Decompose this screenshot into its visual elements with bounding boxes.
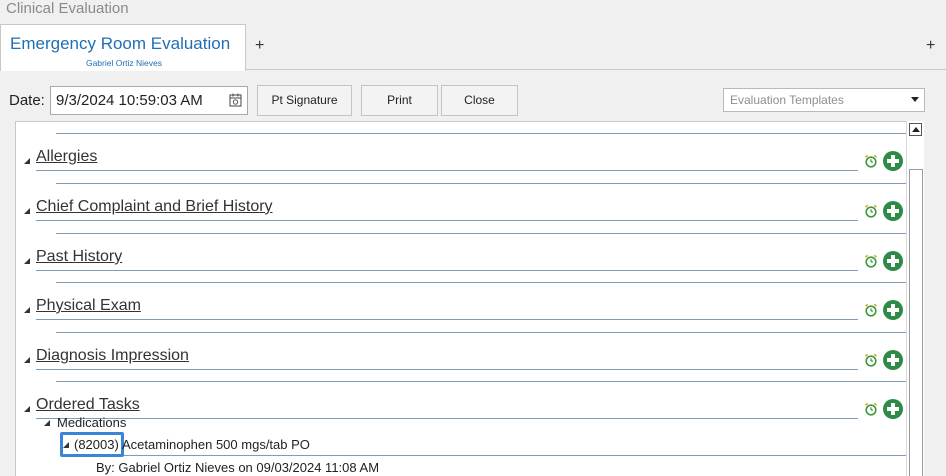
add-button[interactable] xyxy=(883,251,903,271)
section-divider xyxy=(56,183,906,184)
app-title: Clinical Evaluation xyxy=(6,0,129,17)
select-text: Evaluation Templates xyxy=(730,93,844,107)
tab-title: Emergency Room Evaluation xyxy=(10,34,231,53)
section-underline xyxy=(36,170,858,171)
section-underline xyxy=(36,418,858,419)
print-button[interactable]: Print xyxy=(361,85,438,116)
section-chief-complaint[interactable]: Chief Complaint and Brief History xyxy=(16,183,906,233)
add-button[interactable] xyxy=(883,399,903,419)
section-title[interactable]: Physical Exam xyxy=(36,297,141,315)
tab-subtitle: Gabriel Ortiz Nieves xyxy=(85,58,163,68)
section-ordered-tasks[interactable]: Ordered Tasks xyxy=(16,381,906,431)
add-button[interactable] xyxy=(883,300,903,320)
alarm-clock-icon[interactable] xyxy=(864,254,878,268)
section-divider xyxy=(56,133,906,134)
expand-caret-icon[interactable] xyxy=(24,357,30,363)
tab-emergency-room-evaluation[interactable]: Emergency Room Evaluation Gabriel Ortiz … xyxy=(0,24,246,71)
section-title[interactable]: Ordered Tasks xyxy=(36,396,140,414)
evaluation-templates-select[interactable]: Evaluation Templates xyxy=(723,88,925,112)
alarm-clock-icon[interactable] xyxy=(864,154,878,168)
section-underline xyxy=(36,369,858,370)
section-title[interactable]: Diagnosis Impression xyxy=(36,347,189,365)
section-underline xyxy=(36,270,858,271)
date-value: 9/3/2024 10:59:03 AM xyxy=(56,92,203,109)
section-diagnosis-impression[interactable]: Diagnosis Impression xyxy=(16,332,906,382)
scroll-up-arrow-icon[interactable] xyxy=(909,123,922,136)
alarm-clock-icon[interactable] xyxy=(864,353,878,367)
medications-caret-icon[interactable] xyxy=(44,420,50,426)
tab-strip: Emergency Room Evaluation Gabriel Ortiz … xyxy=(0,22,946,71)
expand-caret-icon[interactable] xyxy=(24,406,30,412)
calendar-icon[interactable] xyxy=(229,93,242,107)
date-label: Date: xyxy=(9,92,45,109)
add-tab-button-right[interactable]: + xyxy=(926,37,935,55)
section-divider xyxy=(56,282,906,283)
add-button[interactable] xyxy=(883,350,903,370)
scroll-thumb[interactable] xyxy=(909,169,923,476)
section-past-history[interactable]: Past History xyxy=(16,233,906,283)
close-button[interactable]: Close xyxy=(441,85,518,116)
section-title[interactable]: Allergies xyxy=(36,148,97,166)
expand-caret-icon[interactable] xyxy=(24,158,30,164)
section-underline xyxy=(36,319,858,320)
alarm-clock-icon[interactable] xyxy=(864,402,878,416)
section-allergies[interactable]: Allergies xyxy=(16,133,906,183)
evaluation-panel[interactable]: Allergies Chief Complaint and Brief Hist… xyxy=(15,121,924,476)
section-divider xyxy=(56,233,906,234)
medication-code-highlight xyxy=(60,432,124,457)
expand-caret-icon[interactable] xyxy=(24,208,30,214)
add-tab-button[interactable]: + xyxy=(255,37,264,55)
add-button[interactable] xyxy=(883,201,903,221)
date-field[interactable]: 9/3/2024 10:59:03 AM xyxy=(50,86,248,115)
expand-caret-icon[interactable] xyxy=(24,258,30,264)
chevron-down-icon xyxy=(911,97,919,102)
medication-ordered-by: By: Gabriel Ortiz Nieves on 09/03/2024 1… xyxy=(96,460,380,475)
vertical-scrollbar[interactable] xyxy=(906,121,924,476)
section-title[interactable]: Chief Complaint and Brief History xyxy=(36,198,273,216)
section-divider xyxy=(56,381,906,382)
section-physical-exam[interactable]: Physical Exam xyxy=(16,282,906,332)
pt-signature-button[interactable]: Pt Signature xyxy=(257,85,352,116)
section-divider xyxy=(56,332,906,333)
alarm-clock-icon[interactable] xyxy=(864,204,878,218)
section-underline xyxy=(36,220,858,221)
expand-caret-icon[interactable] xyxy=(24,307,30,313)
medications-group-label[interactable]: Medications xyxy=(57,415,126,430)
medication-name[interactable]: Acetaminophen 500 mgs/tab PO xyxy=(122,437,310,452)
section-title[interactable]: Past History xyxy=(36,248,122,266)
add-button[interactable] xyxy=(883,151,903,171)
alarm-clock-icon[interactable] xyxy=(864,303,878,317)
medication-row-divider xyxy=(71,455,907,456)
